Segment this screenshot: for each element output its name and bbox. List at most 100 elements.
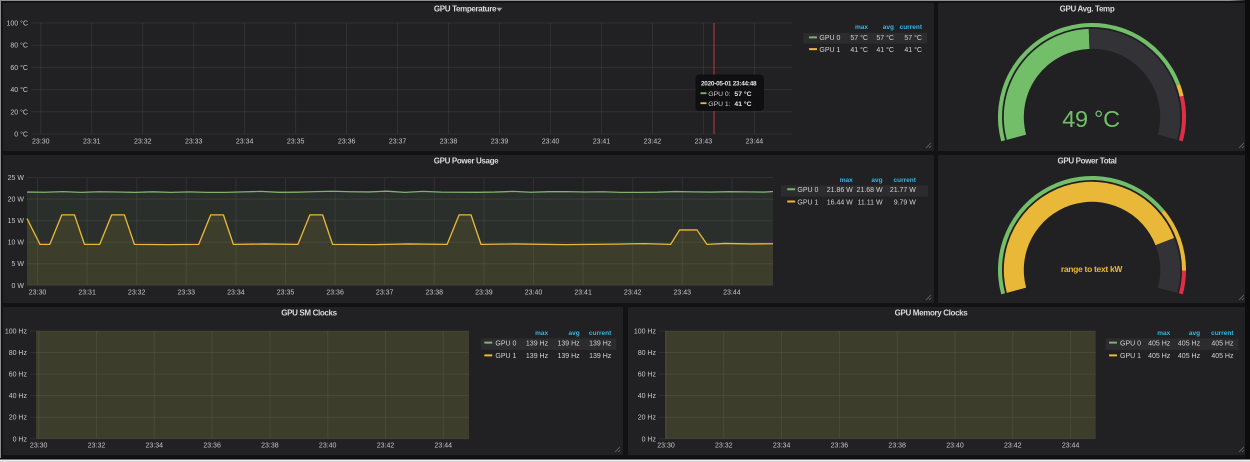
svg-text:41 °C: 41 °C — [734, 100, 751, 108]
svg-text:40 °C: 40 °C — [10, 86, 28, 94]
svg-text:40 Hz: 40 Hz — [9, 393, 28, 400]
svg-text:5 W: 5 W — [12, 261, 25, 268]
svg-text:23:37: 23:37 — [376, 290, 394, 297]
svg-text:23:31: 23:31 — [78, 290, 96, 297]
svg-text:23:36: 23:36 — [831, 443, 849, 450]
svg-text:GPU Power Total: GPU Power Total — [1057, 157, 1116, 166]
svg-text:current: current — [589, 330, 612, 337]
svg-text:GPU Memory Clocks: GPU Memory Clocks — [895, 309, 969, 318]
svg-text:23:39: 23:39 — [491, 139, 509, 146]
svg-text:23:39: 23:39 — [475, 290, 493, 297]
svg-text:GPU 0: GPU 0 — [495, 340, 516, 347]
svg-text:139 Hz: 139 Hz — [558, 340, 581, 347]
svg-text:avg: avg — [1189, 330, 1200, 337]
svg-text:41 °C: 41 °C — [876, 46, 894, 54]
svg-text:23:43: 23:43 — [695, 139, 713, 146]
svg-text:23:43: 23:43 — [674, 290, 692, 297]
svg-text:23:36: 23:36 — [326, 290, 344, 297]
svg-text:0 Hz: 0 Hz — [642, 436, 657, 443]
svg-text:57 °C: 57 °C — [904, 34, 922, 42]
svg-text:139 Hz: 139 Hz — [589, 340, 612, 347]
svg-text:23:33: 23:33 — [185, 139, 203, 146]
svg-text:100 Hz: 100 Hz — [634, 329, 657, 336]
svg-text:23:34: 23:34 — [146, 443, 164, 450]
svg-text:23:30: 23:30 — [30, 443, 48, 450]
svg-text:23:35: 23:35 — [287, 139, 305, 146]
svg-text:avg: avg — [871, 177, 882, 184]
svg-text:GPU 1: GPU 1 — [819, 47, 840, 54]
svg-text:100 Hz: 100 Hz — [5, 329, 28, 336]
svg-text:139 Hz: 139 Hz — [526, 340, 549, 347]
svg-text:23:40: 23:40 — [525, 290, 543, 297]
svg-text:23:37: 23:37 — [389, 139, 407, 146]
svg-text:405 Hz: 405 Hz — [1148, 340, 1171, 347]
svg-text:23:30: 23:30 — [29, 290, 47, 297]
svg-text:11.11 W: 11.11 W — [858, 199, 883, 206]
svg-text:GPU Temperature: GPU Temperature — [434, 5, 497, 14]
svg-text:current: current — [893, 177, 916, 184]
svg-text:10 W: 10 W — [8, 240, 25, 247]
svg-text:GPU 1: GPU 1 — [495, 353, 516, 360]
svg-text:23:32: 23:32 — [88, 443, 106, 450]
svg-text:139 Hz: 139 Hz — [526, 353, 549, 360]
svg-text:max: max — [840, 177, 853, 184]
svg-text:23:38: 23:38 — [426, 290, 444, 297]
svg-text:current: current — [900, 24, 923, 31]
svg-text:23:41: 23:41 — [593, 139, 611, 146]
svg-text:25 W: 25 W — [8, 175, 25, 182]
svg-text:80 Hz: 80 Hz — [638, 350, 657, 357]
svg-text:15 W: 15 W — [8, 218, 25, 225]
svg-text:60 Hz: 60 Hz — [638, 372, 657, 379]
svg-text:57 °C: 57 °C — [734, 90, 751, 98]
svg-text:139 Hz: 139 Hz — [558, 353, 581, 360]
svg-text:GPU Power Usage: GPU Power Usage — [434, 157, 499, 166]
svg-text:23:42: 23:42 — [377, 443, 395, 450]
svg-text:0 Hz: 0 Hz — [13, 436, 28, 443]
svg-text:405 Hz: 405 Hz — [1178, 340, 1201, 347]
svg-text:23:44: 23:44 — [746, 139, 764, 146]
svg-text:49 °C: 49 °C — [1062, 106, 1120, 132]
svg-text:23:41: 23:41 — [574, 290, 592, 297]
svg-text:GPU 1: GPU 1 — [1120, 353, 1141, 360]
svg-text:100 °C: 100 °C — [7, 20, 28, 28]
svg-text:avg: avg — [568, 330, 579, 337]
svg-text:GPU 1:: GPU 1: — [708, 101, 730, 108]
svg-text:23:34: 23:34 — [236, 139, 254, 146]
svg-text:GPU 0: GPU 0 — [1120, 340, 1141, 347]
svg-text:23:44: 23:44 — [723, 290, 741, 297]
svg-text:405 Hz: 405 Hz — [1178, 353, 1201, 360]
svg-text:23:38: 23:38 — [888, 443, 906, 450]
svg-text:23:30: 23:30 — [657, 443, 675, 450]
svg-text:0 W: 0 W — [12, 283, 25, 290]
svg-text:GPU 0:: GPU 0: — [708, 91, 730, 98]
svg-text:23:32: 23:32 — [128, 290, 146, 297]
svg-text:20 W: 20 W — [8, 197, 25, 204]
svg-text:23:42: 23:42 — [1004, 443, 1022, 450]
svg-text:9.79 W: 9.79 W — [894, 199, 917, 206]
svg-text:GPU 0: GPU 0 — [819, 35, 840, 42]
svg-text:20 Hz: 20 Hz — [638, 415, 657, 422]
svg-text:80 Hz: 80 Hz — [9, 350, 28, 357]
svg-text:23:32: 23:32 — [134, 139, 152, 146]
svg-text:20 Hz: 20 Hz — [9, 415, 28, 422]
svg-text:21.68 W: 21.68 W — [857, 187, 883, 194]
svg-text:20 °C: 20 °C — [10, 108, 28, 116]
svg-text:23:34: 23:34 — [227, 290, 245, 297]
svg-text:GPU 0: GPU 0 — [797, 187, 818, 194]
svg-text:23:36: 23:36 — [338, 139, 356, 146]
svg-text:139 Hz: 139 Hz — [589, 353, 612, 360]
svg-text:23:35: 23:35 — [277, 290, 295, 297]
svg-text:2020-05-01 23:44:48: 2020-05-01 23:44:48 — [701, 81, 757, 88]
svg-text:max: max — [535, 330, 548, 337]
svg-text:405 Hz: 405 Hz — [1148, 353, 1171, 360]
svg-text:GPU 1: GPU 1 — [797, 199, 818, 206]
svg-text:range to text kW: range to text kW — [1061, 264, 1124, 274]
svg-text:23:33: 23:33 — [178, 290, 196, 297]
svg-text:40 Hz: 40 Hz — [638, 393, 657, 400]
svg-text:23:34: 23:34 — [773, 443, 791, 450]
svg-text:23:30: 23:30 — [32, 139, 50, 146]
svg-text:current: current — [1211, 330, 1234, 337]
svg-text:21.77 W: 21.77 W — [890, 187, 916, 194]
svg-text:16.44 W: 16.44 W — [827, 199, 853, 206]
svg-text:23:42: 23:42 — [644, 139, 662, 146]
